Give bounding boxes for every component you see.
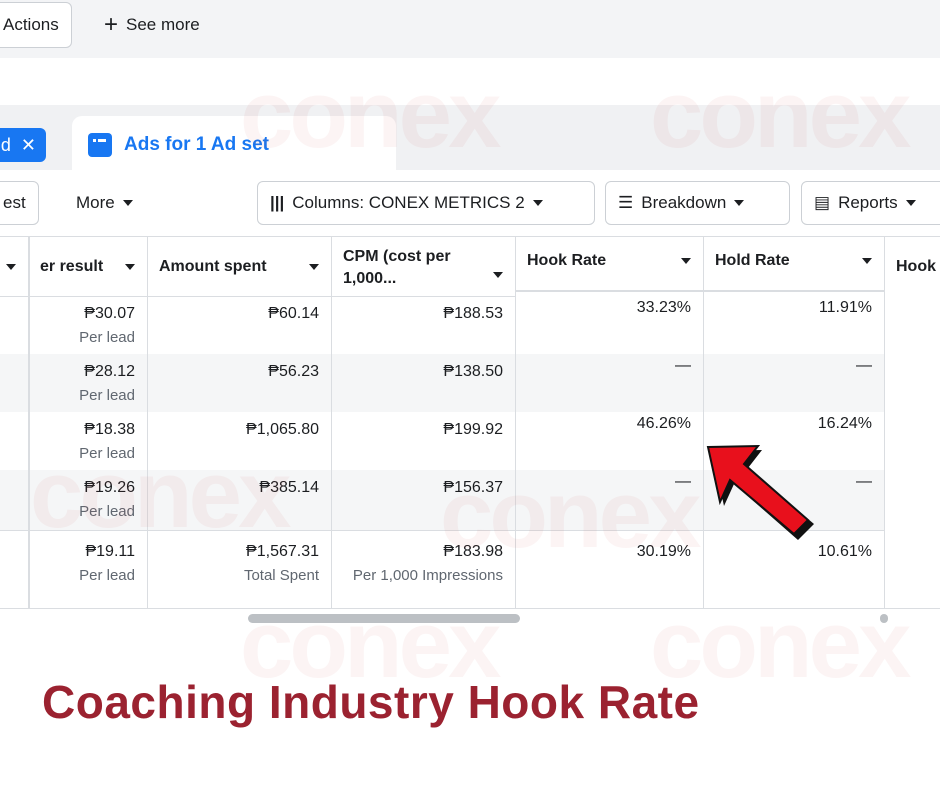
- cell-value: ₱60.14: [268, 305, 319, 322]
- cell-hold: 16.24%: [818, 412, 872, 436]
- cell-value: 16.24%: [817, 415, 872, 432]
- columns-icon: |||: [270, 193, 285, 212]
- plus-icon: +: [104, 11, 119, 38]
- cell-hook: 46.26%: [637, 412, 691, 436]
- reports-icon: ▤: [814, 193, 831, 212]
- cell-spent: ₱1,065.80: [246, 418, 319, 442]
- cell-hook: 30.19%: [637, 540, 691, 564]
- cell-value: 30.19%: [636, 543, 691, 560]
- cell-value: ₱156.37: [443, 479, 503, 496]
- header-hook[interactable]: Hook: [884, 236, 940, 294]
- cell-value: ₱56.23: [268, 363, 319, 380]
- cell-value: ₱19.26: [84, 479, 135, 496]
- cell-value: ₱199.92: [443, 421, 503, 438]
- caret-down-icon: [905, 200, 916, 206]
- cell-value: —: [675, 357, 691, 374]
- cell-value: ₱28.12: [84, 363, 135, 380]
- cell-value: ₱1,567.31: [246, 543, 319, 560]
- top-bar: Actions + See more: [0, 0, 940, 58]
- reports-button[interactable]: ▤ Reports: [801, 181, 940, 225]
- cell-cpm: ₱138.50: [443, 360, 503, 384]
- tab-ads[interactable]: Ads for 1 Ad set: [72, 116, 396, 174]
- test-button[interactable]: est: [0, 181, 39, 225]
- red-arrow-icon: [706, 444, 814, 540]
- cell-hold: —: [856, 470, 872, 494]
- sort-caret-icon[interactable]: [6, 264, 16, 270]
- cell-spent: ₱385.14: [259, 476, 319, 500]
- cell-cpm: ₱183.98 Per 1,000 Impressions: [353, 540, 503, 588]
- cell-cpr: ₱30.07 Per lead: [79, 302, 135, 350]
- caret-down-icon: [734, 200, 745, 206]
- header-cost-per-result[interactable]: er result: [28, 236, 147, 294]
- cell-value: ₱1,065.80: [246, 421, 319, 438]
- cell-value: 33.23%: [636, 299, 691, 316]
- cell-value: ₱30.07: [84, 305, 135, 322]
- close-icon[interactable]: ✕: [21, 135, 36, 156]
- cell-value: ₱19.11: [85, 543, 135, 560]
- cell-cpm: ₱156.37: [443, 476, 503, 500]
- cell-spent: ₱60.14: [268, 302, 319, 326]
- columns-button[interactable]: ||| Columns: CONEX METRICS 2: [257, 181, 595, 225]
- breakdown-button[interactable]: ☰ Breakdown: [605, 181, 790, 225]
- cell-subtext: Per lead: [79, 387, 135, 404]
- actions-button[interactable]: Actions: [0, 2, 72, 48]
- header-hook-rate[interactable]: Hook Rate: [515, 236, 703, 294]
- more-button[interactable]: More: [64, 181, 145, 225]
- cell-subtext: Per 1,000 Impressions: [352, 567, 503, 584]
- cell-value: ₱183.98: [443, 543, 503, 560]
- cell-cpr: ₱18.38 Per lead: [79, 418, 135, 466]
- cell-value: —: [675, 473, 691, 490]
- header-amount-spent[interactable]: Amount spent: [147, 236, 331, 294]
- cell-spent: ₱56.23: [268, 360, 319, 384]
- cell-cpm: ₱188.53: [443, 302, 503, 326]
- caret-down-icon: [122, 200, 133, 206]
- cell-value: ₱138.50: [443, 363, 503, 380]
- cell-subtext: Per lead: [79, 503, 135, 520]
- horizontal-scrollbar[interactable]: [248, 614, 520, 623]
- cell-cpr: ₱28.12 Per lead: [79, 360, 135, 408]
- see-more-button[interactable]: + See more: [92, 2, 212, 48]
- scrollbar-end: [880, 614, 888, 623]
- cell-subtext: Per lead: [79, 445, 135, 462]
- cell-cpr: ₱19.26 Per lead: [79, 476, 135, 524]
- cell-value: ₱18.38: [84, 421, 135, 438]
- cell-value: 11.91%: [818, 299, 872, 316]
- cell-hold: —: [856, 354, 872, 378]
- cell-subtext: Per lead: [79, 329, 135, 346]
- cell-subtext: Total Spent: [243, 567, 319, 584]
- cell-subtext: Per lead: [79, 567, 135, 584]
- cell-cpm: ₱199.92: [443, 418, 503, 442]
- cell-hold: 10.61%: [818, 540, 872, 564]
- cell-value: 46.26%: [636, 415, 691, 432]
- header-cpm[interactable]: CPM (cost per 1,000...: [331, 236, 515, 294]
- cell-spent: ₱1,567.31 Total Spent: [244, 540, 319, 588]
- cell-hold: 11.91%: [819, 296, 872, 320]
- cell-hook: —: [675, 354, 691, 378]
- ad-icon: [88, 133, 112, 157]
- cell-value: —: [856, 473, 872, 490]
- cell-value: ₱188.53: [443, 305, 503, 322]
- cell-value: —: [856, 357, 872, 374]
- cell-value: ₱385.14: [259, 479, 319, 496]
- cell-value: 10.61%: [817, 543, 872, 560]
- cell-hook: —: [675, 470, 691, 494]
- tab-previous[interactable]: d ✕: [0, 128, 46, 162]
- caption-title: Coaching Industry Hook Rate: [42, 676, 700, 728]
- breakdown-icon: ☰: [618, 193, 634, 212]
- caret-down-icon: [532, 200, 543, 206]
- header-hold-rate[interactable]: Hold Rate: [703, 236, 884, 294]
- cell-cpr: ₱19.11 Per lead: [79, 540, 135, 588]
- cell-hook: 33.23%: [637, 296, 691, 320]
